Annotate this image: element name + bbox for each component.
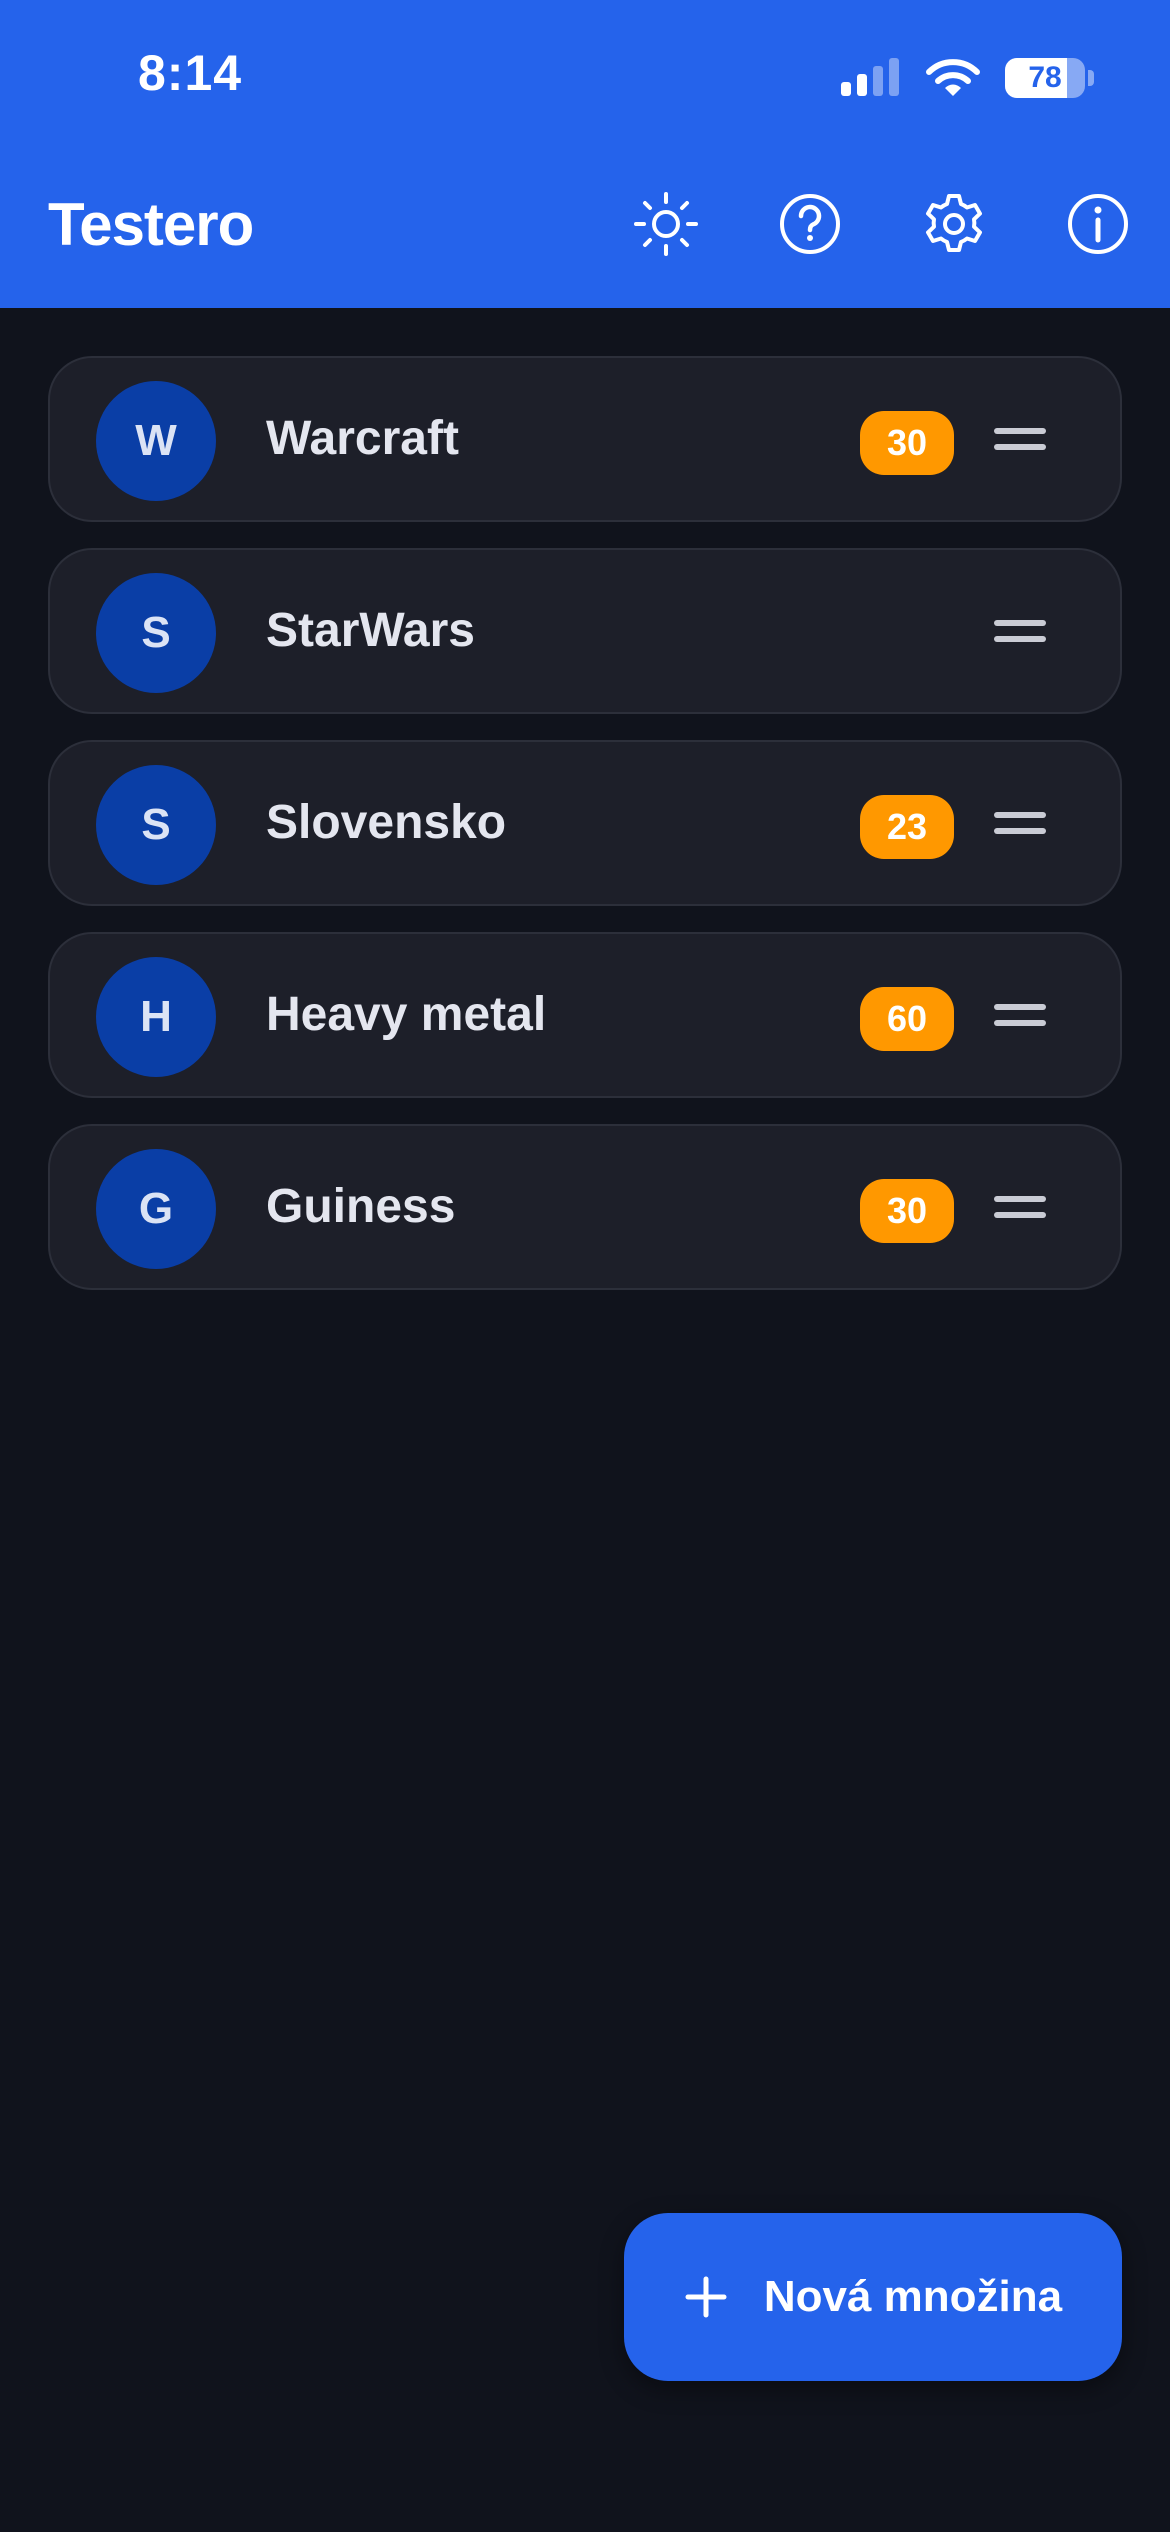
drag-handle-icon[interactable] [994, 1196, 1046, 1220]
new-set-label: Nová množina [763, 2272, 1063, 2321]
count-badge: 60 [860, 987, 954, 1051]
sun-icon [634, 192, 698, 256]
set-name: StarWars [266, 604, 475, 657]
gear-icon [926, 194, 982, 252]
list-item[interactable]: G Guiness 30 [48, 1124, 1122, 1290]
battery-percent: 78 [1028, 61, 1062, 94]
avatar: S [96, 765, 216, 885]
new-set-button[interactable]: Nová množina [624, 2213, 1122, 2381]
page-title: Testero [48, 191, 254, 258]
wifi-icon [926, 59, 980, 96]
set-name: Guiness [266, 1180, 456, 1233]
avatar: S [96, 573, 216, 693]
list-item[interactable]: H Heavy metal 60 [48, 932, 1122, 1098]
count-badge: 30 [860, 1179, 954, 1243]
status-time: 8:14 [138, 45, 243, 101]
theme-toggle-button[interactable] [630, 188, 702, 260]
list-item[interactable]: S Slovensko 23 [48, 740, 1122, 906]
count-badge: 23 [860, 795, 954, 859]
list-item[interactable]: S StarWars [48, 548, 1122, 714]
info-icon [1068, 194, 1128, 254]
plus-icon [685, 2276, 727, 2318]
sets-list: W Warcraft 30 S StarWars S Slovensko 23 … [48, 356, 1122, 1316]
drag-handle-icon[interactable] [994, 620, 1046, 644]
drag-handle-icon[interactable] [994, 812, 1046, 836]
drag-handle-icon[interactable] [994, 428, 1046, 452]
help-icon [780, 194, 840, 254]
set-name: Slovensko [266, 796, 507, 849]
settings-button[interactable] [918, 188, 990, 260]
count-badge: 30 [860, 411, 954, 475]
battery-tip [1088, 70, 1094, 86]
avatar: H [96, 957, 216, 1077]
set-name: Heavy metal [266, 988, 547, 1041]
set-name: Warcraft [266, 412, 459, 465]
list-item[interactable]: W Warcraft 30 [48, 356, 1122, 522]
help-button[interactable] [774, 188, 846, 260]
drag-handle-icon[interactable] [994, 1004, 1046, 1028]
cellular-signal-icon [841, 58, 899, 96]
info-button[interactable] [1062, 188, 1134, 260]
avatar: G [96, 1149, 216, 1269]
avatar: W [96, 381, 216, 501]
app-header: 8:14 78 Testero [0, 0, 1170, 308]
battery-icon: 78 [1005, 58, 1085, 98]
status-indicators: 78 [841, 56, 1094, 100]
